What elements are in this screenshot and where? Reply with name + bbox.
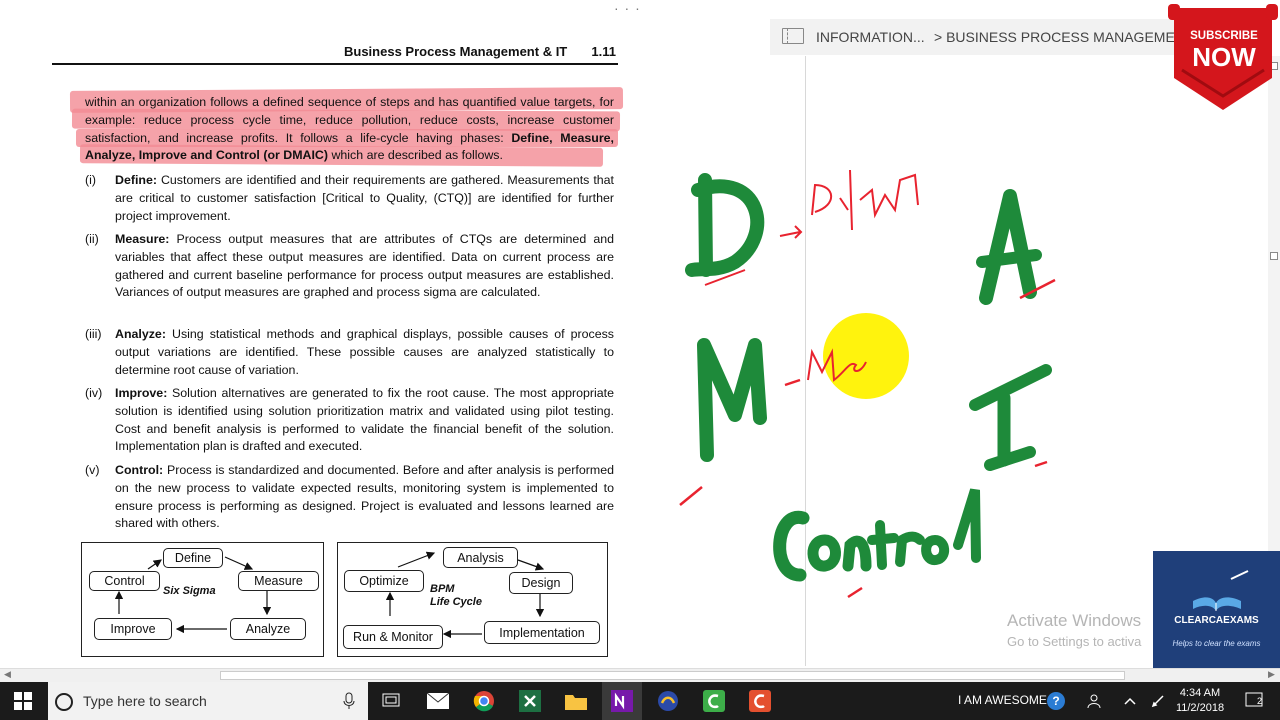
help-icon[interactable]: ?: [1044, 682, 1068, 720]
subscribe-text: SUBSCRIBE: [1190, 30, 1258, 42]
search-placeholder[interactable]: Type here to search: [83, 693, 207, 709]
mail-icon[interactable]: [422, 682, 454, 720]
scroll-right-icon[interactable]: ▶: [1268, 669, 1275, 680]
horizontal-scrollbar[interactable]: ◀ ▶: [0, 668, 1280, 682]
channel-logo: [1153, 551, 1280, 668]
notification-icon[interactable]: 2: [1240, 682, 1270, 720]
activate-windows-title: Activate Windows: [1007, 611, 1142, 630]
file-explorer-icon[interactable]: [560, 682, 592, 720]
start-button[interactable]: [0, 682, 46, 720]
app-icon[interactable]: [652, 682, 684, 720]
cortana-icon: [55, 693, 73, 711]
notification-count: 2: [1257, 696, 1263, 706]
task-view-icon[interactable]: [376, 682, 406, 720]
activate-windows-subtitle: Go to Settings to activa: [1007, 634, 1142, 649]
clock-time: 4:34 AM: [1179, 687, 1221, 699]
scroll-left-icon[interactable]: ◀: [4, 669, 11, 680]
svg-text:?: ?: [1052, 694, 1059, 708]
people-icon[interactable]: [1084, 682, 1108, 720]
book-icon: [1193, 570, 1249, 611]
logo-title: CLEARCAEXAMS: [1174, 615, 1259, 626]
user-label[interactable]: I AM AWESOME: [958, 693, 1047, 707]
pen-icon[interactable]: [1148, 682, 1168, 720]
onenote-page: · · · Business Process Management & IT 1…: [0, 0, 1280, 668]
handwritten-ink: [679, 169, 1056, 599]
windows-logo-icon: [14, 692, 32, 710]
chevron-up-icon[interactable]: [1120, 682, 1140, 720]
taskbar-clock[interactable]: 4:34 AM 11/2/2018: [1172, 686, 1228, 716]
onenote-icon[interactable]: [602, 682, 642, 720]
clock-date: 11/2/2018: [1175, 702, 1225, 714]
logo-tagline: Helps to clear the exams: [1172, 639, 1261, 648]
subscribe-now-text: NOW: [1192, 42, 1256, 72]
excel-icon[interactable]: [514, 682, 546, 720]
yellow-highlight-circle: [823, 313, 909, 399]
microphone-icon[interactable]: [342, 692, 356, 710]
camtasia-recorder-icon[interactable]: [744, 682, 776, 720]
chrome-icon[interactable]: [468, 682, 500, 720]
scroll-thumb[interactable]: [220, 671, 1125, 680]
camtasia-icon[interactable]: [698, 682, 730, 720]
